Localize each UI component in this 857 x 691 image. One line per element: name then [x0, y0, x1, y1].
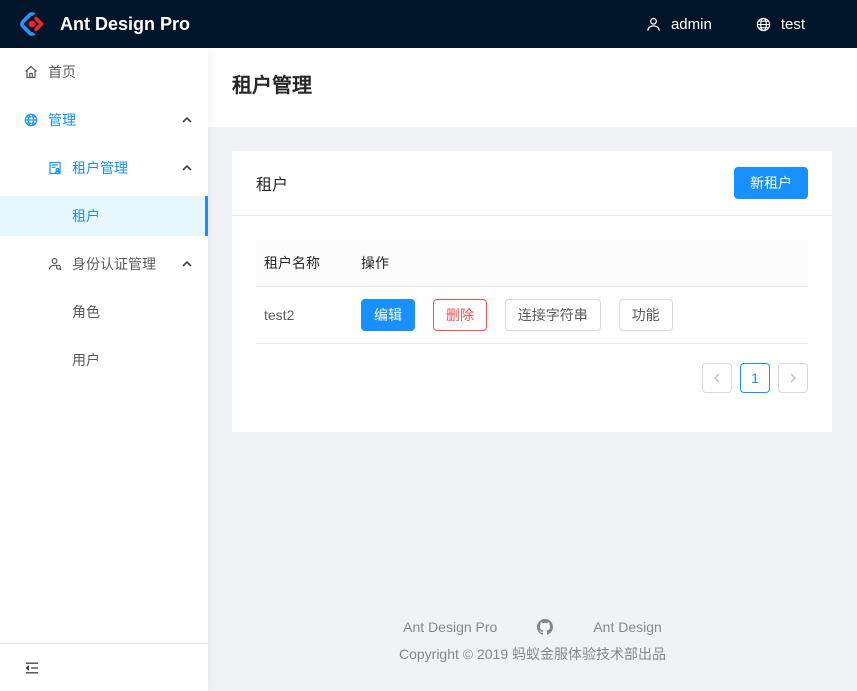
- app-title: Ant Design Pro: [60, 13, 191, 34]
- app-header: Ant Design Pro admin test: [0, 0, 857, 48]
- sidebar-item-admin-label: 管理: [48, 112, 76, 128]
- copyright-text: Copyright © 2019 蚂蚁金服体验技术部出品: [398, 646, 667, 662]
- tenant-table: 租户名称 操作 test2 编辑 删除 连接字符串 功能: [256, 240, 808, 344]
- sidebar-item-roles-label: 角色: [72, 304, 100, 320]
- user-search-icon: [48, 257, 62, 271]
- sidebar-item-tenant[interactable]: 租户: [0, 196, 208, 236]
- sidebar-item-admin[interactable]: 管理: [0, 100, 208, 140]
- chevron-left-icon: [713, 373, 720, 383]
- chevron-up-icon: [182, 259, 192, 269]
- page-title: 租户管理: [232, 75, 312, 97]
- tenant-switcher[interactable]: test: [734, 0, 827, 48]
- sidebar-item-identity-management-label: 身份认证管理: [72, 256, 156, 272]
- home-icon: [24, 65, 38, 79]
- new-tenant-button[interactable]: 新租户: [734, 167, 808, 199]
- connection-string-button[interactable]: 连接字符串: [504, 299, 601, 331]
- sidebar-item-home[interactable]: 首页: [0, 52, 208, 92]
- audit-icon: [48, 161, 62, 175]
- prev-page-button[interactable]: [702, 363, 732, 393]
- edit-button[interactable]: 编辑: [361, 299, 415, 331]
- card-body: 租户名称 操作 test2 编辑 删除 连接字符串 功能 1: [232, 216, 832, 417]
- card-title: 租户: [256, 177, 289, 194]
- tenant-name: test: [780, 15, 805, 33]
- sidebar-item-roles[interactable]: 角色: [0, 292, 208, 332]
- sidebar-item-tenant-management-label: 租户管理: [72, 160, 128, 176]
- pagination: 1: [256, 363, 808, 393]
- sidebar-collapse-trigger[interactable]: [0, 643, 208, 691]
- content-area: 租户 新租户 租户名称 操作 test2 编辑 删除 连接字符串 功能 1: [208, 127, 857, 619]
- header-right: admin test: [624, 0, 827, 48]
- sidebar-item-users-label: 用户: [72, 352, 100, 368]
- features-button[interactable]: 功能: [618, 299, 673, 331]
- sidebar-menu: 首页 管理 租户管理 租户 身份认证管理 角色 用户: [0, 48, 208, 643]
- user-icon: [647, 17, 660, 31]
- page-1-button[interactable]: 1: [740, 363, 770, 393]
- globe-icon: [756, 17, 770, 31]
- column-header-actions: 操作: [353, 240, 808, 287]
- main-area: 租户管理 租户 新租户 租户名称 操作 test2 编辑 删除 连接字符串 功能…: [208, 48, 857, 691]
- chevron-right-icon: [790, 373, 797, 383]
- sidebar-item-home-label: 首页: [48, 64, 76, 80]
- sidebar-item-identity-management[interactable]: 身份认证管理: [0, 244, 208, 284]
- chevron-up-icon: [182, 115, 192, 125]
- user-name: admin: [670, 15, 712, 33]
- footer-github-link[interactable]: [537, 619, 554, 635]
- sidebar: 首页 管理 租户管理 租户 身份认证管理 角色 用户: [0, 48, 208, 691]
- sidebar-item-tenant-label: 租户: [72, 208, 100, 224]
- table-row: test2 编辑 删除 连接字符串 功能: [256, 286, 808, 344]
- next-page-button[interactable]: [778, 363, 808, 393]
- sidebar-item-users[interactable]: 用户: [0, 340, 208, 380]
- actions-cell: 编辑 删除 连接字符串 功能: [353, 286, 808, 344]
- footer-link-ant-design-pro[interactable]: Ant Design Pro: [403, 619, 497, 635]
- tenant-name-cell: test2: [256, 286, 353, 344]
- footer-links: Ant Design Pro Ant Design: [224, 619, 841, 635]
- page-footer: Ant Design Pro Ant Design Copyright © 20…: [208, 619, 857, 691]
- github-icon: [537, 619, 554, 635]
- ant-design-logo-icon: [20, 12, 46, 36]
- menu-fold-icon: [25, 662, 38, 673]
- page-header: 租户管理: [208, 48, 857, 127]
- sidebar-item-tenant-management[interactable]: 租户管理: [0, 148, 208, 188]
- global-icon: [24, 113, 38, 127]
- column-header-tenant-name: 租户名称: [256, 240, 353, 287]
- footer-link-ant-design[interactable]: Ant Design: [593, 619, 661, 635]
- table-header-row: 租户名称 操作: [256, 240, 808, 287]
- logo[interactable]: Ant Design Pro: [16, 8, 190, 40]
- card-header: 租户 新租户: [232, 151, 832, 216]
- user-menu[interactable]: admin: [624, 0, 734, 48]
- delete-button[interactable]: 删除: [432, 299, 487, 331]
- chevron-up-icon: [182, 163, 192, 173]
- tenant-card: 租户 新租户 租户名称 操作 test2 编辑 删除 连接字符串 功能 1: [232, 151, 832, 432]
